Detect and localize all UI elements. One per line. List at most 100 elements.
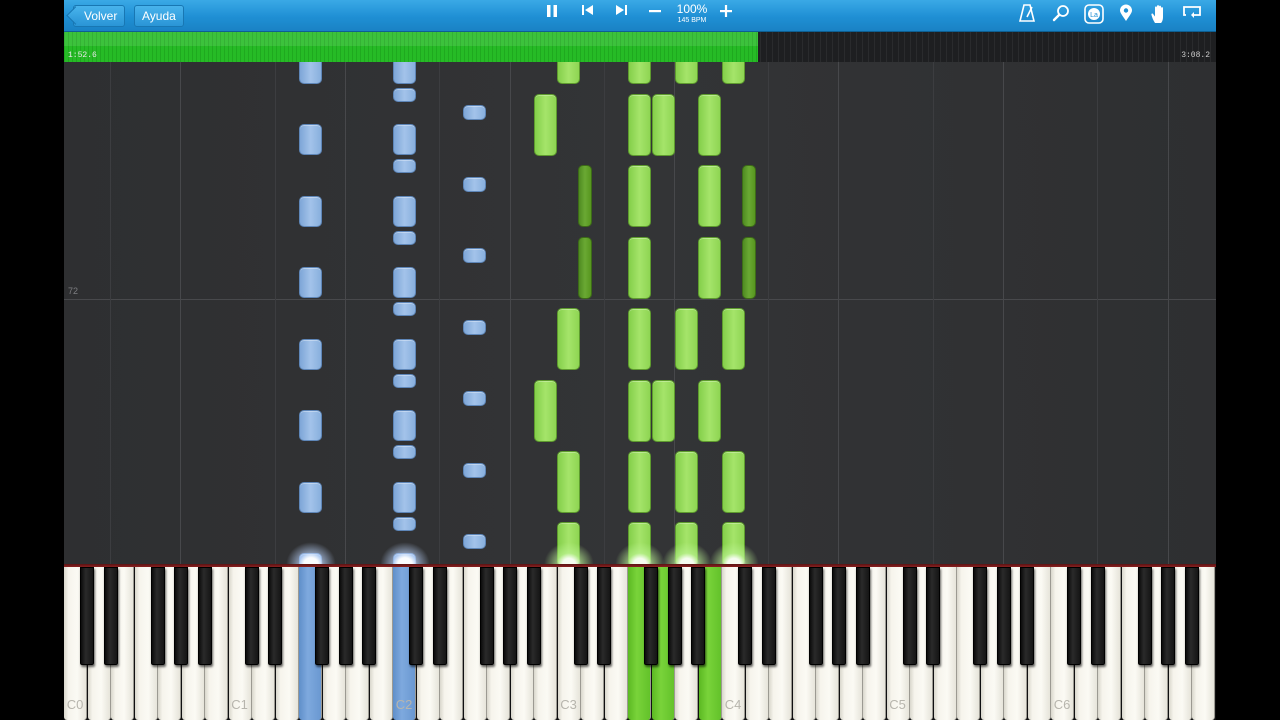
- skip-forward-icon[interactable]: [609, 4, 633, 28]
- left-hand-note: [393, 302, 416, 316]
- black-key[interactable]: [644, 567, 658, 665]
- right-hand-note: [628, 237, 651, 299]
- black-key[interactable]: [315, 567, 329, 665]
- right-hand-note: [722, 62, 745, 84]
- black-key[interactable]: [409, 567, 423, 665]
- note-labels-icon[interactable]: La: [1082, 4, 1106, 28]
- octave-label: C3: [560, 697, 577, 712]
- skip-back-icon[interactable]: [576, 4, 600, 28]
- right-hand-note: [652, 94, 675, 156]
- location-pin-icon[interactable]: [1114, 4, 1138, 28]
- black-key[interactable]: [526, 567, 541, 665]
- key-guide-line: [1168, 62, 1169, 564]
- black-key[interactable]: [996, 567, 1011, 665]
- black-key[interactable]: [597, 567, 611, 665]
- octave-label: C5: [889, 697, 906, 712]
- left-hand-note: [463, 319, 486, 335]
- black-key[interactable]: [1137, 567, 1152, 665]
- metronome-icon[interactable]: [1015, 4, 1039, 28]
- left-hand-note: [299, 62, 322, 84]
- black-key[interactable]: [855, 567, 870, 665]
- key-guide-line: [180, 62, 181, 564]
- black-key[interactable]: [174, 567, 188, 665]
- black-key[interactable]: [479, 567, 494, 665]
- hand-icon[interactable]: [1147, 4, 1171, 28]
- pause-icon[interactable]: [540, 4, 564, 28]
- octave-label: C2: [395, 697, 413, 712]
- magnifier-icon[interactable]: [1049, 4, 1073, 28]
- speed-bpm: 145 BPM: [677, 17, 707, 24]
- left-hand-note: [299, 124, 322, 155]
- black-key[interactable]: [738, 567, 752, 665]
- left-hand-note: [463, 391, 486, 406]
- key-guide-line: [1003, 62, 1004, 564]
- synthesia-app: Volver Ayuda 100% 145 BPM La 1:52.6 3:08…: [64, 0, 1216, 720]
- black-key[interactable]: [268, 567, 282, 665]
- black-key[interactable]: [808, 567, 823, 665]
- black-key[interactable]: [150, 567, 165, 665]
- black-key[interactable]: [832, 567, 846, 665]
- right-hand-note: [722, 308, 745, 370]
- black-key[interactable]: [573, 567, 588, 665]
- left-hand-note: [393, 159, 416, 173]
- right-hand-note: [628, 62, 651, 84]
- speed-percent: 100%: [676, 2, 708, 16]
- song-progress-bar[interactable]: 1:52.6 3:08.2: [64, 32, 1216, 62]
- plus-icon[interactable]: [714, 4, 738, 28]
- black-key[interactable]: [338, 567, 353, 665]
- left-hand-note: [393, 410, 416, 441]
- black-key[interactable]: [1067, 567, 1081, 665]
- left-hand-note: [299, 481, 322, 513]
- black-key[interactable]: [1020, 567, 1034, 665]
- right-hand-note: [742, 165, 756, 227]
- left-hand-note: [393, 88, 416, 102]
- left-hand-note: [393, 267, 416, 298]
- black-key[interactable]: [973, 567, 987, 665]
- right-hand-note: [578, 237, 592, 299]
- left-hand-note: [393, 481, 416, 513]
- right-hand-note: [698, 237, 721, 299]
- left-hand-note: [299, 338, 322, 370]
- total-time: 3:08.2: [1181, 51, 1210, 60]
- key-guide-line: [768, 62, 769, 564]
- black-key[interactable]: [503, 567, 517, 665]
- black-key[interactable]: [1161, 567, 1175, 665]
- right-hand-note: [652, 380, 675, 442]
- right-hand-note: [557, 451, 580, 513]
- right-hand-note: [628, 451, 651, 513]
- black-key[interactable]: [926, 567, 940, 665]
- black-key[interactable]: [667, 567, 682, 665]
- key-guide-line: [1097, 62, 1098, 564]
- black-key[interactable]: [103, 567, 118, 665]
- help-button[interactable]: Ayuda: [134, 5, 184, 27]
- right-hand-note: [722, 451, 745, 513]
- black-key[interactable]: [1090, 567, 1105, 665]
- octave-label: C4: [724, 697, 742, 712]
- key-guide-line: [345, 62, 346, 564]
- top-toolbar: Volver Ayuda 100% 145 BPM La: [64, 0, 1216, 32]
- loop-icon[interactable]: [1180, 4, 1204, 28]
- left-hand-note: [393, 445, 416, 459]
- left-hand-note: [393, 338, 416, 370]
- piano-keyboard[interactable]: C0 C1 C2 C3 C4 C5 C6: [64, 564, 1216, 720]
- black-key[interactable]: [761, 567, 776, 665]
- black-key[interactable]: [902, 567, 917, 665]
- back-button[interactable]: Volver: [73, 5, 126, 27]
- black-key[interactable]: [432, 567, 447, 665]
- progress-fill: [64, 32, 758, 62]
- black-key[interactable]: [691, 567, 705, 665]
- minus-icon[interactable]: [643, 4, 667, 28]
- octave-label: C0: [66, 697, 84, 712]
- left-hand-note: [393, 230, 416, 245]
- black-key[interactable]: [362, 567, 376, 665]
- right-hand-note: [675, 451, 698, 513]
- black-key[interactable]: [1184, 567, 1199, 665]
- black-key[interactable]: [197, 567, 212, 665]
- black-key[interactable]: [80, 567, 94, 665]
- key-guide-line: [275, 62, 276, 564]
- right-hand-note: [675, 308, 698, 370]
- black-key[interactable]: [244, 567, 259, 665]
- right-hand-note: [675, 62, 698, 84]
- right-hand-note: [628, 308, 651, 370]
- left-hand-note: [393, 516, 416, 531]
